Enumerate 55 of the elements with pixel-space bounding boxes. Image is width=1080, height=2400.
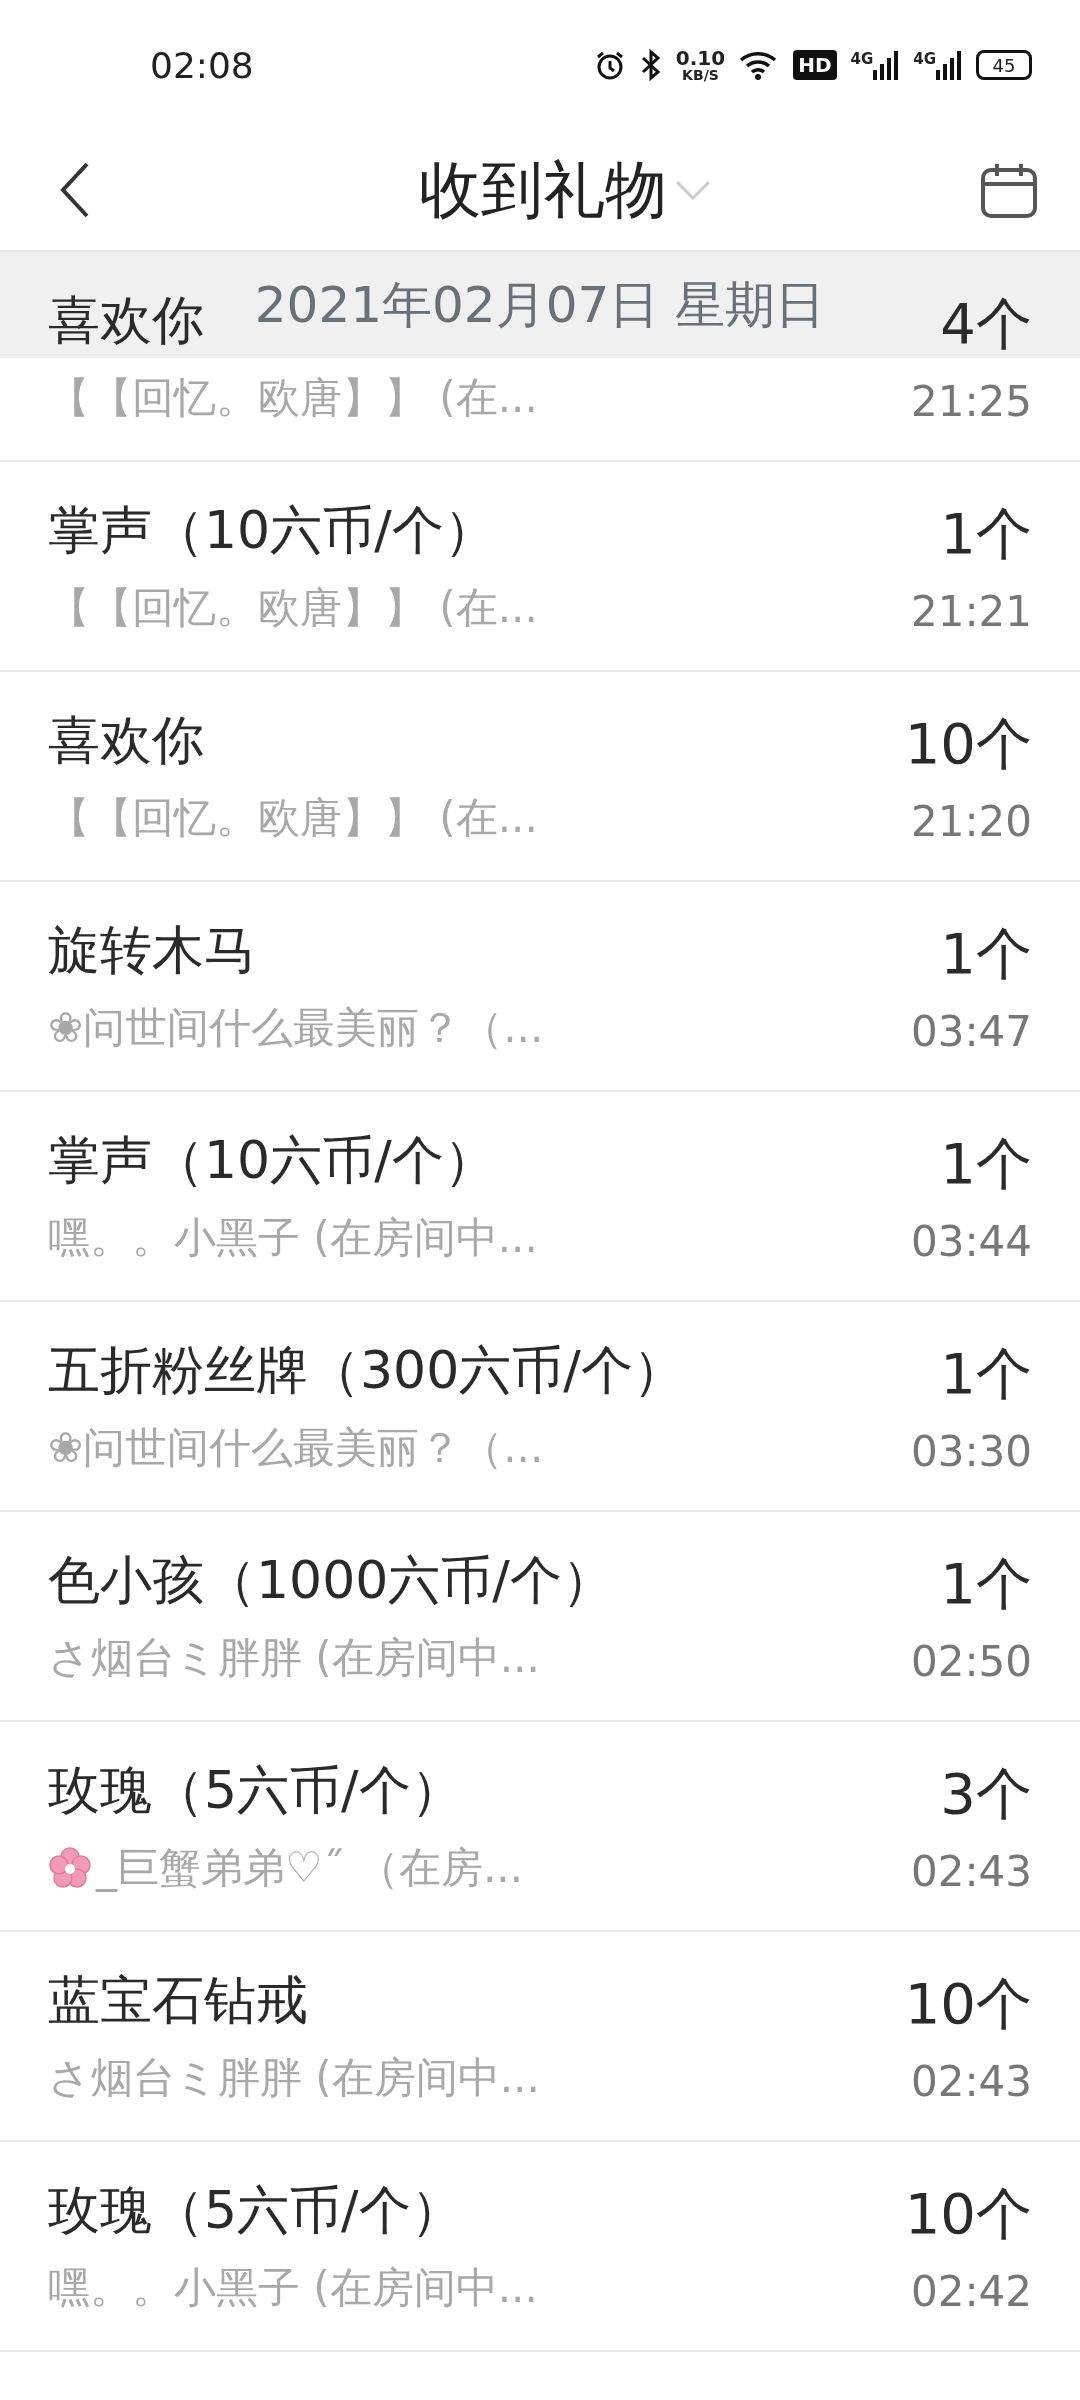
gift-count: 1个: [940, 1339, 1032, 1408]
sender-name: 嘿。。小黑子 (在房间中...: [48, 1212, 538, 1264]
gift-name: 旋转木马: [48, 919, 256, 982]
gift-time: 02:43: [910, 2056, 1032, 2106]
back-icon[interactable]: [60, 162, 90, 218]
gift-name: 喜欢你: [48, 709, 204, 772]
gift-count: 1个: [940, 1129, 1032, 1198]
gift-name: 蓝宝石钻戒: [48, 1969, 308, 2032]
gift-time: 03:44: [910, 1216, 1032, 1266]
blossom-icon: [48, 1846, 92, 1890]
gift-count: 10个: [904, 709, 1032, 778]
gift-time: 21:21: [910, 586, 1032, 636]
speed-unit: KB/S: [682, 68, 719, 82]
sender-name: _巨蟹弟弟♡˝ （在房...: [96, 1842, 524, 1894]
gift-time: 21:20: [910, 796, 1032, 846]
date-label: 2021年02月07日 星期日: [254, 274, 826, 336]
gift-name: 掌声（10六币/个）: [48, 499, 496, 562]
network-label: 4G: [850, 50, 874, 68]
battery-level: 45: [992, 54, 1016, 76]
sender-name: 【【回忆。欧唐】】 (在...: [48, 792, 538, 844]
gift-name: 色小孩（1000六币/个）: [48, 1549, 614, 1612]
gift-count: 3个: [940, 1759, 1032, 1828]
gift-count: 1个: [940, 919, 1032, 988]
sender-name: さ烟台ミ胖胖 (在房间中...: [48, 2052, 540, 2104]
gift-count: 4个: [940, 289, 1032, 358]
gift-name: 喜欢你: [48, 289, 204, 352]
gift-name: 掌声（10六币/个）: [48, 1129, 496, 1192]
sender-name: さ烟台ミ胖胖 (在房间中...: [48, 1632, 540, 1684]
gift-name: 玫瑰（5六币/个）: [48, 1759, 463, 1822]
signal-icon: [936, 50, 962, 80]
sender-name: 【【回忆。欧唐】】 (在...: [48, 372, 538, 424]
speed-value: 0.10: [675, 48, 726, 68]
bluetooth-icon: [639, 49, 662, 81]
hd-badge: HD: [793, 50, 837, 80]
network-label: 4G: [913, 50, 936, 68]
gift-time: 03:30: [910, 1426, 1032, 1476]
gift-count: 1个: [940, 1549, 1032, 1618]
status-time: 02:08: [150, 44, 254, 86]
gift-count: 1个: [940, 499, 1032, 568]
signal-icon: [873, 50, 900, 80]
sender-name: 嘿。。小黑子 (在房间中...: [48, 2262, 538, 2314]
gift-time: 02:50: [910, 1636, 1032, 1686]
gift-name: 五折粉丝牌（300六币/个）: [48, 1339, 685, 1402]
sender-name: 【【回忆。欧唐】】 (在...: [48, 582, 538, 634]
gift-time: 02:43: [910, 1846, 1032, 1896]
gift-name: 玫瑰（5六币/个）: [48, 2179, 463, 2242]
sender-name: ❀问世间什么最美丽？（...: [48, 1422, 544, 1474]
calendar-icon[interactable]: [980, 161, 1038, 219]
gift-time: 02:42: [910, 2266, 1032, 2316]
gift-count: 10个: [904, 2179, 1032, 2248]
sender-name: ❀问世间什么最美丽？（...: [48, 1002, 544, 1054]
page-title[interactable]: 收到礼物: [419, 148, 667, 232]
gift-time: 21:25: [910, 376, 1032, 426]
gift-count: 10个: [904, 1969, 1032, 2038]
gift-time: 03:47: [910, 1006, 1032, 1056]
